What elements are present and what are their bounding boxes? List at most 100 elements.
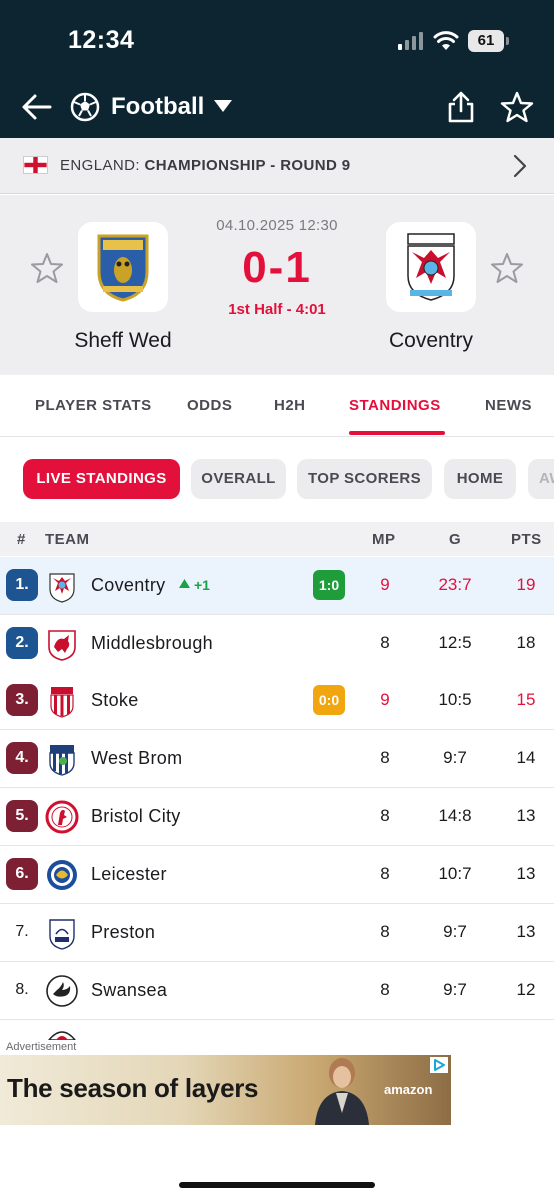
- table-row[interactable]: 4. West Brom 8 9:7 14: [0, 730, 554, 788]
- chip-away[interactable]: AWAY: [528, 459, 554, 499]
- coventry-crest-icon: [49, 573, 75, 603]
- points: 18: [516, 633, 536, 652]
- points: 15: [516, 690, 536, 709]
- middlesbrough-crest-icon: [48, 630, 76, 661]
- table-row[interactable]: 6. Leicester 8 10:7 13: [0, 846, 554, 904]
- chip-home[interactable]: HOME: [444, 459, 516, 499]
- table-row[interactable]: 7. Preston 8 9:7 13: [0, 904, 554, 962]
- table-row[interactable]: 1. Coventry +1 1:0 9 23:7 19: [0, 557, 554, 615]
- app-header: 12:34 61 Football: [0, 0, 554, 138]
- rank-badge: 6.: [6, 858, 38, 890]
- away-favorite-star-icon[interactable]: [490, 251, 524, 285]
- header-mp[interactable]: MP: [372, 531, 396, 548]
- rank-badge: 8.: [15, 981, 29, 998]
- match-status: 1st Half - 4:01: [228, 301, 326, 318]
- team-name: Stoke: [91, 690, 139, 710]
- team-name: Bristol City: [91, 806, 181, 826]
- team-name: Swansea: [91, 980, 168, 1000]
- matches-played: 8: [380, 633, 390, 652]
- tab-news[interactable]: NEWS: [485, 397, 532, 414]
- goals: 23:7: [438, 575, 472, 594]
- matches-played: 9: [380, 690, 390, 709]
- position-change: +1: [194, 577, 210, 593]
- table-row[interactable]: 5. Bristol City 8 14:8 13: [0, 788, 554, 846]
- tab-odds[interactable]: ODDS: [187, 397, 232, 414]
- matches-played: 8: [380, 806, 390, 825]
- goals: 9:7: [443, 980, 467, 999]
- rank-badge: 4.: [6, 742, 38, 774]
- header-points[interactable]: PTS: [511, 531, 542, 548]
- away-team-crest[interactable]: [386, 222, 476, 312]
- chip-live-standings[interactable]: LIVE STANDINGS: [23, 459, 180, 499]
- wifi-icon: [433, 31, 459, 50]
- ad-model-image: [315, 1058, 369, 1125]
- stoke-crest-icon: [50, 687, 74, 718]
- signal-icon: [398, 32, 423, 50]
- next-row-crest-icon: [48, 1031, 76, 1040]
- matches-played: 8: [380, 922, 390, 941]
- ad-choices-icon[interactable]: [430, 1057, 448, 1073]
- team-name: West Brom: [91, 748, 183, 768]
- goals: 9:7: [443, 748, 467, 767]
- points: 13: [516, 922, 536, 941]
- favorite-star-icon[interactable]: [500, 90, 534, 124]
- advertisement-banner[interactable]: The season of layers amazon: [0, 1055, 451, 1125]
- active-tab-indicator: [349, 431, 445, 435]
- chevron-right-icon: [513, 154, 527, 178]
- team-name: Middlesbrough: [91, 633, 213, 653]
- header-goals[interactable]: G: [449, 531, 461, 548]
- sport-title[interactable]: Football: [111, 93, 204, 121]
- team-name: Preston: [91, 922, 156, 942]
- caret-down-icon[interactable]: [213, 99, 233, 113]
- standings-header: # TEAM MP G PTS: [0, 522, 554, 556]
- goals: 9:7: [443, 922, 467, 941]
- goals: 10:5: [438, 690, 472, 709]
- share-icon[interactable]: [446, 90, 476, 124]
- ad-label: Advertisement: [6, 1041, 77, 1053]
- live-score-badge: 0:0: [313, 685, 345, 715]
- points: 13: [516, 806, 536, 825]
- match-score: 0-1: [242, 243, 312, 292]
- swansea-crest-icon: [46, 975, 78, 1007]
- chip-top-scorers[interactable]: TOP SCORERS: [297, 459, 432, 499]
- preston-crest-icon: [49, 919, 75, 950]
- table-row[interactable]: 3. Stoke 0:0 9 10:5 15: [0, 672, 554, 730]
- england-flag-icon: [23, 156, 48, 174]
- back-arrow-icon[interactable]: [20, 90, 54, 124]
- ad-headline: The season of layers: [7, 1073, 259, 1103]
- league-breadcrumb[interactable]: ENGLAND: CHAMPIONSHIP - ROUND 9: [0, 138, 554, 194]
- team-name: Leicester: [91, 864, 167, 884]
- home-favorite-star-icon[interactable]: [30, 251, 64, 285]
- table-row[interactable]: 2. Middlesbrough 8 12:5 18: [0, 615, 554, 673]
- points: 14: [516, 748, 536, 767]
- rank-badge: 3.: [6, 684, 38, 716]
- match-datetime: 04.10.2025 12:30: [216, 217, 338, 234]
- rank-badge: 5.: [6, 800, 38, 832]
- header-team: TEAM: [45, 531, 90, 548]
- goals: 14:8: [438, 806, 472, 825]
- match-header: Sheff Wed 04.10.2025 12:30 0-1 1st Half …: [0, 195, 554, 375]
- home-team-crest[interactable]: [78, 222, 168, 312]
- goals: 12:5: [438, 633, 472, 652]
- points: 19: [516, 575, 536, 594]
- status-time: 12:34: [68, 26, 135, 54]
- tab-player-stats[interactable]: PLAYER STATS: [35, 397, 152, 414]
- home-team-name[interactable]: Sheff Wed: [43, 329, 203, 353]
- rank-badge: 1.: [6, 569, 38, 601]
- tab-h2h[interactable]: H2H: [274, 397, 306, 414]
- home-indicator[interactable]: [179, 1182, 375, 1188]
- goals: 10:7: [438, 864, 472, 883]
- rank-badge: 7.: [15, 923, 29, 940]
- points: 13: [516, 864, 536, 883]
- matches-played: 9: [380, 575, 390, 594]
- league-country: ENGLAND:: [60, 157, 140, 174]
- header-rank: #: [17, 531, 26, 548]
- table-row[interactable]: 8. Swansea 8 9:7 12: [0, 962, 554, 1020]
- tab-standings[interactable]: STANDINGS: [349, 397, 441, 414]
- away-team-name[interactable]: Coventry: [351, 329, 511, 353]
- points: 12: [516, 980, 536, 999]
- sheffield-wednesday-crest-icon: [97, 234, 149, 302]
- matches-played: 8: [380, 748, 390, 767]
- chip-overall[interactable]: OVERALL: [191, 459, 286, 499]
- battery-icon: 61: [468, 30, 510, 52]
